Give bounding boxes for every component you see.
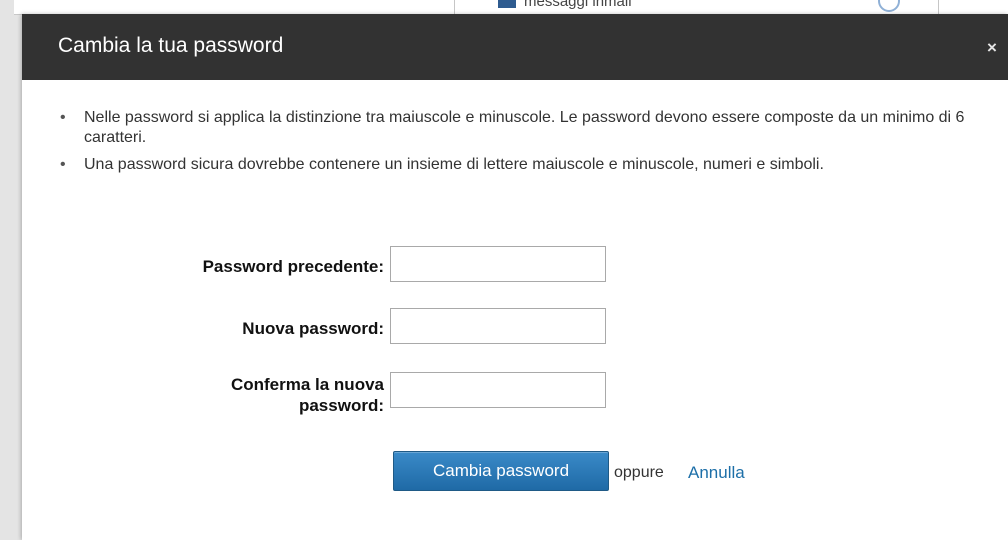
new-password-input[interactable] (390, 308, 606, 344)
tip-item: Nelle password si applica la distinzione… (58, 108, 978, 148)
new-password-row: Nuova password: (22, 308, 1008, 348)
confirm-password-label: Conferma la nuova password: (84, 374, 384, 416)
confirm-password-input[interactable] (390, 372, 606, 408)
background-partial-text: messaggi inmail (524, 0, 632, 10)
dialog-header: Cambia la tua password × (22, 14, 1008, 80)
old-password-row: Password precedente: (22, 246, 1008, 286)
background-toolbar: messaggi inmail (14, 0, 1008, 15)
change-password-dialog: Cambia la tua password × Nelle password … (22, 14, 1008, 540)
confirm-password-label-line2: password: (298, 396, 384, 415)
confirm-password-row: Conferma la nuova password: (22, 372, 1008, 432)
new-password-label: Nuova password: (242, 319, 384, 338)
close-icon[interactable]: × (984, 38, 1000, 58)
message-icon (498, 0, 516, 8)
change-password-button[interactable]: Cambia password (393, 451, 609, 491)
old-password-label: Password precedente: (202, 257, 384, 276)
dialog-title: Cambia la tua password (58, 34, 284, 57)
confirm-password-label-line1: Conferma la nuova (230, 375, 384, 394)
background-divider (454, 0, 455, 14)
background-divider (938, 0, 939, 14)
old-password-input[interactable] (390, 246, 606, 282)
tip-item: Una password sicura dovrebbe contenere u… (58, 155, 978, 175)
help-icon (878, 0, 900, 12)
password-tips: Nelle password si applica la distinzione… (58, 108, 978, 182)
or-text: oppure (614, 464, 664, 481)
cancel-link[interactable]: Annulla (688, 463, 745, 483)
